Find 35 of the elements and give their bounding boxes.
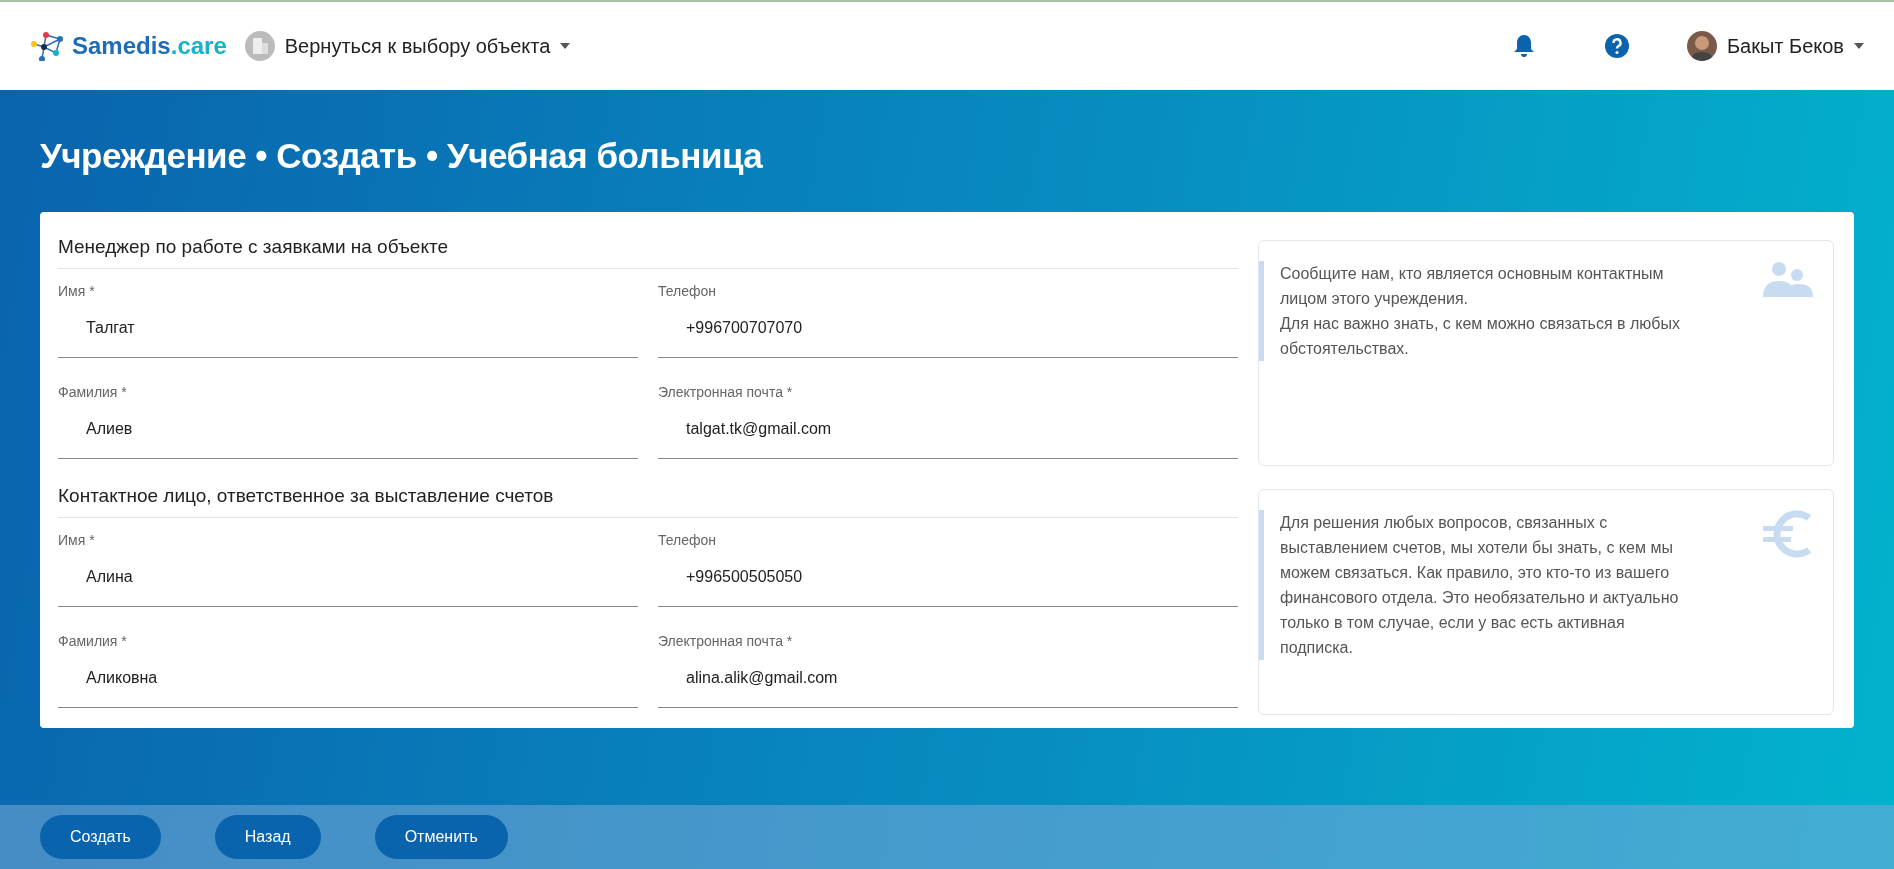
logo-icon: [30, 31, 66, 61]
field-label: Телефон: [658, 283, 717, 299]
user-menu[interactable]: Бакыт Беков: [1686, 31, 1864, 61]
input-field[interactable]: talgat.tk@gmail.com: [658, 400, 1238, 459]
input-field[interactable]: Аликовна: [58, 649, 638, 708]
action-button[interactable]: Создать: [40, 815, 161, 859]
input-field[interactable]: Алина: [58, 548, 638, 607]
action-button[interactable]: Отменить: [374, 815, 508, 859]
input-field[interactable]: alina.alik@gmail.com: [658, 649, 1238, 708]
field-label: Электронная почта *: [658, 384, 793, 400]
page-title: Учреждение • Создать • Учебная больница: [39, 135, 764, 177]
euro-icon: [1763, 510, 1813, 558]
field-label: Фамилия *: [58, 633, 127, 649]
logo-text: Samedis.care: [72, 32, 227, 60]
field-label: Электронная почта *: [658, 633, 793, 649]
avatar: [1686, 31, 1717, 61]
field-label: Имя *: [58, 532, 95, 548]
field-label: Фамилия *: [58, 384, 127, 400]
building-icon: [244, 31, 275, 61]
caret-icon: [1854, 43, 1864, 49]
people-icon: [1761, 261, 1813, 299]
object-switch[interactable]: Вернуться к выбору объекта: [240, 31, 575, 61]
field-label: Телефон: [658, 532, 717, 548]
input-field[interactable]: Алиев: [58, 400, 638, 459]
caret-icon: [560, 43, 571, 49]
input-field[interactable]: Талгат: [58, 299, 638, 358]
info-text: Сообщите нам, кто является основным контактным лицом этого учреждения.: [1280, 264, 1665, 309]
section-title: Контактное лицо, ответственное за выставление счетов: [58, 471, 1238, 518]
section-title: Менеджер по работе с заявками на объекте: [58, 222, 1238, 269]
info-text: Для нас важно знать, с кем можно связаться в любых обстоятельствах.: [1280, 314, 1681, 359]
input-field[interactable]: +996500505050: [658, 548, 1238, 607]
action-button[interactable]: Назад: [214, 815, 321, 859]
input-field[interactable]: +996700707070: [658, 299, 1238, 358]
info-text: Для решения любых вопросов, связанных с выставлением счетов, мы хотели бы знать, с кем мы можем связаться. Как правило, это кто-то из вашего финансового отдела. Это необязательно и актуально только в том случае, если у вас есть активная подписка.: [1280, 513, 1680, 658]
field-label: Имя *: [58, 283, 95, 299]
